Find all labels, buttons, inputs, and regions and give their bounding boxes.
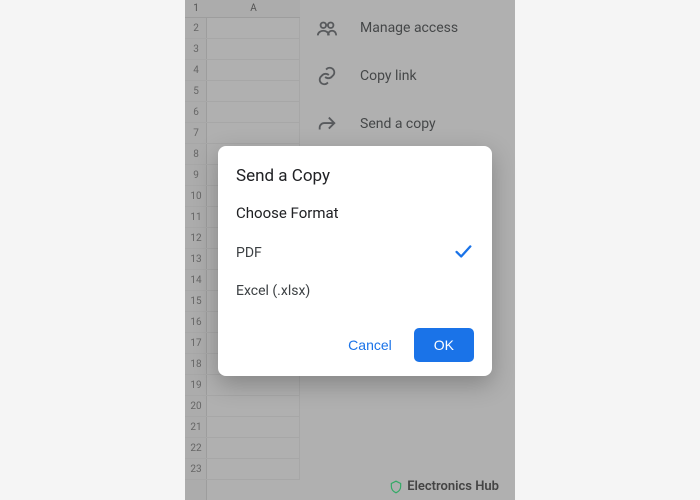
format-option-pdf[interactable]: PDF	[236, 234, 474, 272]
watermark: Electronics Hub	[389, 479, 499, 494]
format-option-label: Excel (.xlsx)	[236, 283, 310, 299]
check-icon	[452, 240, 474, 266]
watermark-text: Electronics Hub	[407, 479, 499, 494]
dialog-subtitle: Choose Format	[236, 204, 474, 222]
send-copy-dialog: Send a Copy Choose Format PDF Excel (.xl…	[218, 146, 492, 376]
format-option-excel[interactable]: Excel (.xlsx)	[236, 272, 474, 310]
dialog-button-row: Cancel OK	[236, 328, 474, 362]
cancel-button[interactable]: Cancel	[340, 329, 400, 361]
ok-button[interactable]: OK	[414, 328, 474, 362]
format-option-label: PDF	[236, 245, 262, 261]
dialog-title: Send a Copy	[236, 166, 474, 186]
